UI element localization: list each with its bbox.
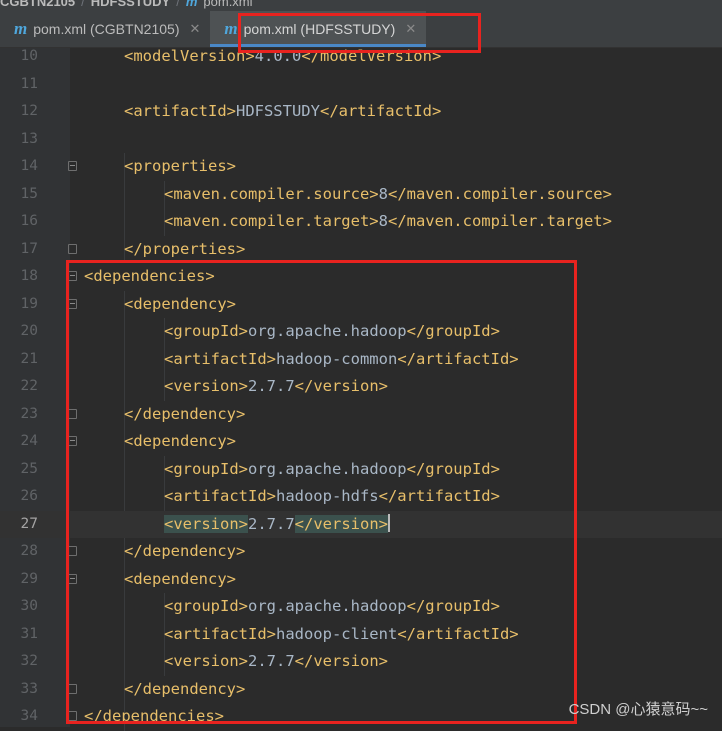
line-number: 25 — [20, 460, 38, 477]
line-number: 24 — [20, 433, 38, 449]
line-number: 34 — [20, 708, 38, 724]
fold-collapse-icon[interactable] — [68, 161, 77, 171]
line-number: 13 — [20, 130, 38, 147]
xml-tag: <maven.compiler.target> — [164, 212, 379, 230]
maven-file-icon: m — [185, 0, 198, 9]
code-line[interactable]: 11 — [0, 71, 722, 99]
line-number: 30 — [20, 598, 38, 614]
code-line[interactable]: 16 <maven.compiler.target>8</maven.compil… — [0, 208, 722, 236]
line-number: 22 — [20, 378, 38, 394]
code-text: <properties> — [124, 153, 236, 181]
code-text: <artifactId>HDFSSTUDY</artifactId> — [124, 98, 441, 126]
line-number: 20 — [20, 323, 38, 339]
line-number: 12 — [20, 103, 38, 119]
xml-tag: </maven.compiler.source> — [387, 184, 612, 203]
breadcrumb-separator: / — [81, 0, 85, 9]
xml-tag: </maven.compiler.target> — [387, 212, 612, 230]
breadcrumb-module[interactable]: HDFSSTUDY — [91, 0, 170, 9]
line-number: 23 — [20, 405, 38, 422]
close-icon[interactable]: ✕ — [190, 21, 201, 37]
line-number: 33 — [20, 680, 38, 697]
line-number: 32 — [20, 653, 38, 669]
xml-tag: <properties> — [124, 157, 236, 175]
xml-tag: <maven.compiler.source> — [164, 184, 379, 203]
maven-file-icon: m — [14, 19, 28, 38]
line-number: 27 — [20, 515, 38, 532]
xml-value: 8 — [378, 212, 388, 230]
xml-tag: <artifactId> — [124, 102, 236, 120]
line-number: 16 — [20, 213, 38, 229]
code-line[interactable]: 12 <artifactId>HDFSSTUDY</artifactId> — [0, 98, 722, 126]
xml-tag: </properties> — [124, 239, 246, 258]
xml-value: 8 — [378, 184, 388, 203]
code-line[interactable]: 13 — [0, 126, 722, 154]
tab-annotation-box — [238, 13, 481, 53]
line-number: 17 — [20, 240, 38, 257]
code-line[interactable]: 15 <maven.compiler.source>8</maven.compil… — [0, 181, 722, 209]
line-number: 15 — [20, 185, 38, 202]
line-number: 28 — [20, 543, 38, 559]
line-number: 10 — [20, 48, 38, 64]
line-number: 26 — [20, 488, 38, 504]
breadcrumb-separator: / — [176, 0, 180, 9]
xml-value: HDFSSTUDY — [235, 102, 320, 120]
fold-end-icon[interactable] — [68, 243, 77, 254]
line-number: 29 — [20, 570, 38, 587]
line-number: 18 — [20, 268, 38, 284]
code-line[interactable]: 17 </properties> — [0, 236, 722, 264]
watermark: CSDN @心猿意码~~ — [568, 701, 708, 718]
line-number: 11 — [20, 75, 38, 92]
line-number: 31 — [20, 625, 38, 642]
line-number: 21 — [20, 350, 38, 367]
breadcrumb: CGBTN2105 / HDFSSTUDY / m pom.xml — [0, 0, 722, 11]
tab-label: pom.xml (CGBTN2105) — [33, 21, 180, 37]
code-line[interactable]: 14 <properties> — [0, 153, 722, 181]
xml-tag: <modelVersion> — [124, 47, 255, 65]
dependencies-annotation-box — [66, 260, 577, 724]
tab-pom-cgbtn2105[interactable]: m pom.xml (CGBTN2105) ✕ — [0, 11, 210, 47]
breadcrumb-file[interactable]: pom.xml — [203, 0, 252, 9]
line-number: 14 — [20, 158, 38, 174]
breadcrumb-project[interactable]: CGBTN2105 — [0, 0, 75, 9]
code-text: <maven.compiler.target>8</maven.compiler… — [164, 208, 612, 236]
code-text: <maven.compiler.source>8</maven.compiler… — [164, 181, 612, 209]
xml-tag: </artifactId> — [319, 102, 442, 120]
line-number: 19 — [20, 295, 38, 312]
maven-file-icon: m — [224, 19, 238, 38]
code-text: </properties> — [124, 236, 245, 264]
